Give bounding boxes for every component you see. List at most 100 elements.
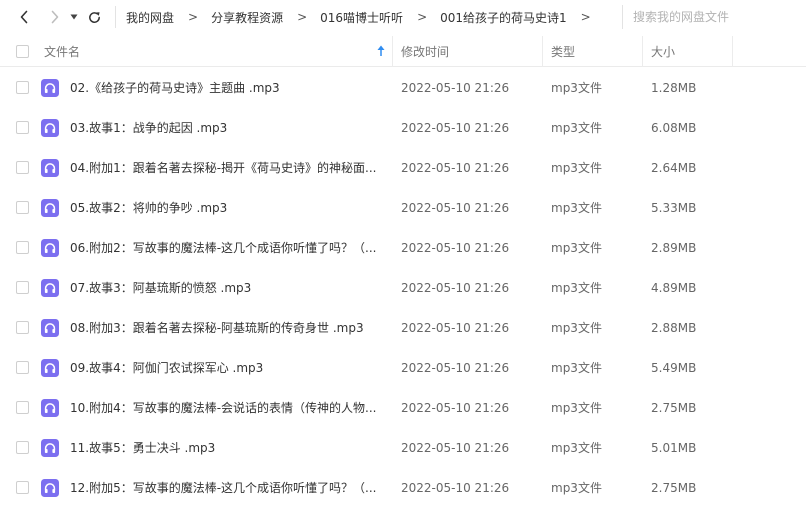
file-list-header: 文件名 修改时间 类型 大小 [0, 36, 806, 67]
file-modified-time: 2022-05-10 21:26 [401, 201, 510, 215]
file-row[interactable]: 05.故事2：将帅的争吵 .mp3 2022-05-10 21:26 mp3文件… [0, 188, 806, 228]
file-name[interactable]: 02.《给孩子的荷马史诗》主题曲 .mp3 [70, 68, 280, 108]
breadcrumb-separator: > [417, 10, 428, 24]
breadcrumb-item-current-folder[interactable]: 001给孩子的荷马史诗1 [440, 9, 567, 26]
file-size: 2.75MB [651, 481, 697, 495]
file-modified-time: 2022-05-10 21:26 [401, 401, 510, 415]
file-row[interactable]: 10.附加4：写故事的魔法棒-会说话的表情（传神的人物... 2022-05-1… [0, 388, 806, 428]
file-type: mp3文件 [551, 161, 602, 175]
file-modified-time: 2022-05-10 21:26 [401, 481, 510, 495]
file-size: 1.28MB [651, 81, 697, 95]
column-header-size[interactable]: 大小 [651, 36, 731, 67]
file-row[interactable]: 04.附加1：跟着名著去探秘-揭开《荷马史诗》的神秘面... 2022-05-1… [0, 148, 806, 188]
chevron-left-icon [20, 10, 28, 24]
file-name[interactable]: 07.故事3：阿基琉斯的愤怒 .mp3 [70, 268, 251, 308]
row-checkbox[interactable] [16, 121, 29, 134]
file-name[interactable]: 04.附加1：跟着名著去探秘-揭开《荷马史诗》的神秘面... [70, 148, 377, 188]
file-name[interactable]: 06.附加2：写故事的魔法棒-这几个成语你听懂了吗？（... [70, 228, 377, 268]
file-name[interactable]: 03.故事1：战争的起因 .mp3 [70, 108, 227, 148]
file-type: mp3文件 [551, 441, 602, 455]
file-name[interactable]: 10.附加4：写故事的魔法棒-会说话的表情（传神的人物... [70, 388, 377, 428]
file-modified-time: 2022-05-10 21:26 [401, 81, 510, 95]
file-modified-time: 2022-05-10 21:26 [401, 281, 510, 295]
column-header-type[interactable]: 类型 [551, 36, 641, 67]
chevron-right-icon [51, 10, 59, 24]
arrow-up-icon[interactable] [376, 44, 386, 58]
column-header-name[interactable]: 文件名 [44, 36, 390, 67]
file-name[interactable]: 08.附加3：跟着名著去探秘-阿基琉斯的传奇身世 .mp3 [70, 308, 364, 348]
file-size: 2.89MB [651, 241, 697, 255]
column-header-modified[interactable]: 修改时间 [401, 36, 541, 67]
column-header-size-label: 大小 [651, 45, 676, 59]
file-row[interactable]: 02.《给孩子的荷马史诗》主题曲 .mp3 2022-05-10 21:26 m… [0, 68, 806, 108]
forward-button[interactable] [44, 6, 66, 28]
file-row[interactable]: 03.故事1：战争的起因 .mp3 2022-05-10 21:26 mp3文件… [0, 108, 806, 148]
file-row[interactable]: 07.故事3：阿基琉斯的愤怒 .mp3 2022-05-10 21:26 mp3… [0, 268, 806, 308]
file-row[interactable]: 08.附加3：跟着名著去探秘-阿基琉斯的传奇身世 .mp3 2022-05-10… [0, 308, 806, 348]
file-type: mp3文件 [551, 121, 602, 135]
breadcrumb-item-share-resources[interactable]: 分享教程资源 [211, 9, 283, 26]
column-header-modified-label: 修改时间 [401, 45, 450, 59]
refresh-icon [88, 11, 100, 23]
file-modified-time: 2022-05-10 21:26 [401, 321, 510, 335]
column-divider[interactable] [392, 36, 393, 67]
search-input[interactable] [633, 10, 803, 24]
search-box [622, 5, 806, 29]
file-list: 02.《给孩子的荷马史诗》主题曲 .mp3 2022-05-10 21:26 m… [0, 68, 806, 508]
file-name[interactable]: 05.故事2：将帅的争吵 .mp3 [70, 188, 227, 228]
row-checkbox[interactable] [16, 321, 29, 334]
file-type: mp3文件 [551, 481, 602, 495]
row-checkbox[interactable] [16, 481, 29, 494]
audio-file-icon [41, 399, 59, 417]
select-all-cell [16, 36, 29, 67]
file-type: mp3文件 [551, 281, 602, 295]
file-size: 5.33MB [651, 201, 697, 215]
row-checkbox[interactable] [16, 241, 29, 254]
refresh-button[interactable] [83, 6, 105, 28]
row-checkbox[interactable] [16, 401, 29, 414]
top-nav-bar: 我的网盘 > 分享教程资源 > 016喵博士听听 > 001给孩子的荷马史诗1 … [0, 0, 806, 34]
history-dropdown-button[interactable] [67, 6, 81, 28]
row-checkbox[interactable] [16, 161, 29, 174]
row-checkbox[interactable] [16, 201, 29, 214]
file-name[interactable]: 11.故事5：勇士决斗 .mp3 [70, 428, 215, 468]
audio-file-icon [41, 439, 59, 457]
audio-file-icon [41, 239, 59, 257]
file-row[interactable]: 06.附加2：写故事的魔法棒-这几个成语你听懂了吗？（... 2022-05-1… [0, 228, 806, 268]
column-divider[interactable] [642, 36, 643, 67]
row-checkbox[interactable] [16, 81, 29, 94]
breadcrumb: 我的网盘 > 分享教程资源 > 016喵博士听听 > 001给孩子的荷马史诗1 … [126, 0, 604, 34]
file-modified-time: 2022-05-10 21:26 [401, 161, 510, 175]
column-divider[interactable] [542, 36, 543, 67]
row-checkbox[interactable] [16, 361, 29, 374]
row-checkbox[interactable] [16, 441, 29, 454]
file-row[interactable]: 11.故事5：勇士决斗 .mp3 2022-05-10 21:26 mp3文件 … [0, 428, 806, 468]
nav-divider [115, 6, 116, 28]
breadcrumb-item-dr-meow[interactable]: 016喵博士听听 [320, 9, 403, 26]
file-type: mp3文件 [551, 241, 602, 255]
back-button[interactable] [13, 6, 35, 28]
audio-file-icon [41, 359, 59, 377]
column-divider[interactable] [732, 36, 733, 67]
file-modified-time: 2022-05-10 21:26 [401, 241, 510, 255]
audio-file-icon [41, 279, 59, 297]
select-all-checkbox[interactable] [16, 45, 29, 58]
file-size: 6.08MB [651, 121, 697, 135]
audio-file-icon [41, 199, 59, 217]
file-size: 5.49MB [651, 361, 697, 375]
file-size: 2.75MB [651, 401, 697, 415]
file-name[interactable]: 09.故事4：阿伽门农试探军心 .mp3 [70, 348, 263, 388]
file-type: mp3文件 [551, 361, 602, 375]
file-size: 2.88MB [651, 321, 697, 335]
file-size: 2.64MB [651, 161, 697, 175]
file-row[interactable]: 09.故事4：阿伽门农试探军心 .mp3 2022-05-10 21:26 mp… [0, 348, 806, 388]
breadcrumb-separator: > [580, 10, 591, 24]
file-row[interactable]: 12.附加5：写故事的魔法棒-这几个成语你听懂了吗？（... 2022-05-1… [0, 468, 806, 508]
file-type: mp3文件 [551, 81, 602, 95]
file-modified-time: 2022-05-10 21:26 [401, 441, 510, 455]
breadcrumb-item-home[interactable]: 我的网盘 [126, 9, 174, 26]
audio-file-icon [41, 479, 59, 497]
row-checkbox[interactable] [16, 281, 29, 294]
audio-file-icon [41, 119, 59, 137]
file-name[interactable]: 12.附加5：写故事的魔法棒-这几个成语你听懂了吗？（... [70, 468, 377, 508]
